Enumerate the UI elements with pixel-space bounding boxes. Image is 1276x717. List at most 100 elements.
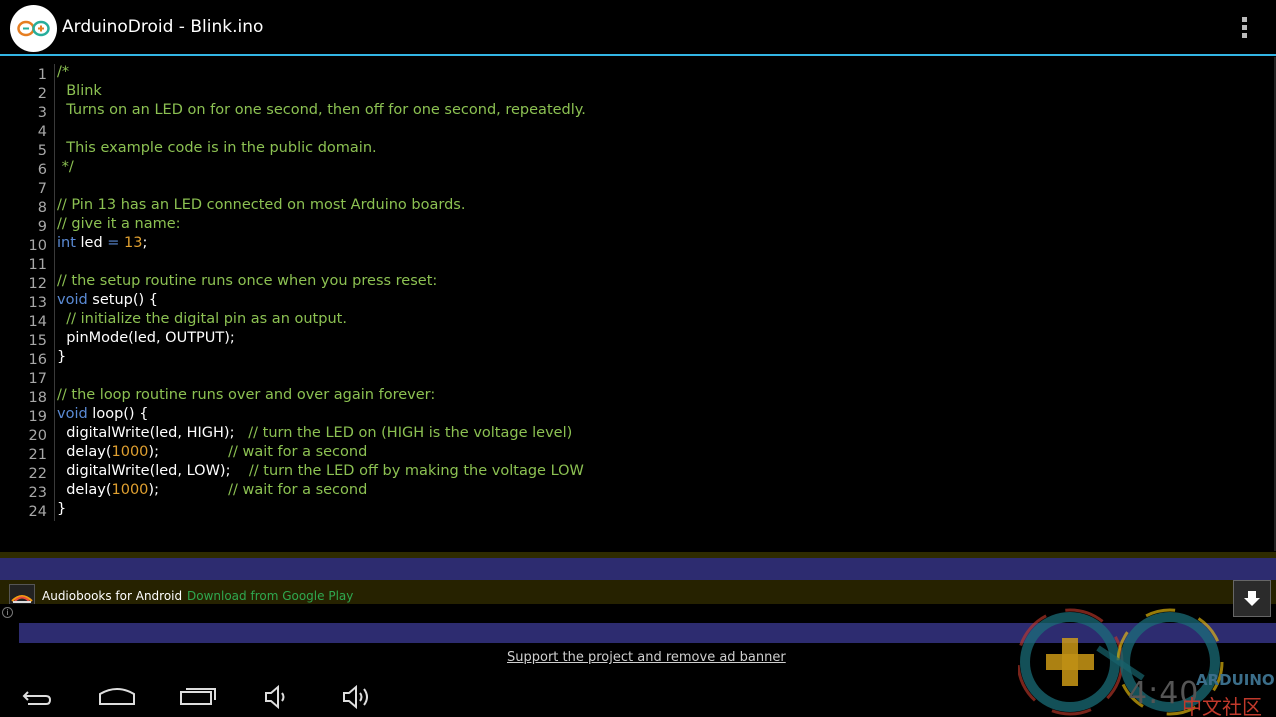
code-token-plain: delay( — [57, 482, 112, 498]
line-number: 21 — [28, 447, 47, 463]
code-text: } — [57, 349, 66, 365]
line-number: 17 — [28, 371, 47, 387]
ad-title[interactable]: Audiobooks for Android — [42, 589, 182, 603]
code-line[interactable]: 15 pinMode(led, OUTPUT); — [0, 330, 1270, 349]
code-line[interactable]: 4 — [0, 121, 1270, 140]
code-token-comment: // turn the LED off by making the voltag… — [248, 463, 584, 479]
app-title: ArduinoDroid - Blink.ino — [62, 17, 264, 37]
code-token-comment: // give it a name: — [57, 216, 181, 232]
code-token-keyword: void — [57, 406, 88, 422]
code-text: delay(1000); // wait for a second — [57, 444, 367, 460]
line-number: 9 — [37, 219, 47, 235]
code-line[interactable]: 19 void loop() { — [0, 406, 1270, 425]
code-token-plain: digitalWrite(led, LOW); — [57, 463, 249, 479]
code-line[interactable]: 9 // give it a name: — [0, 216, 1270, 235]
code-token-comment: /* — [57, 64, 70, 80]
support-link[interactable]: Support the project and remove ad banner — [507, 650, 786, 665]
code-text: // the setup routine runs once when you … — [57, 273, 437, 289]
code-line[interactable]: 24} — [0, 501, 1270, 520]
code-token-number: 1000 — [111, 444, 149, 460]
code-line[interactable]: 2 Blink — [0, 83, 1270, 102]
line-number: 19 — [28, 409, 47, 425]
back-icon — [22, 691, 52, 705]
code-token-number: 1000 — [111, 482, 149, 498]
volume-up-icon — [343, 684, 368, 710]
code-editor[interactable]: 1 /* 2 Blink 3 Turns on an LED on for one s… — [0, 57, 1276, 551]
line-number: 20 — [28, 428, 47, 444]
code-line[interactable]: 20 digitalWrite(led, HIGH); // turn the … — [0, 425, 1270, 444]
line-number: 8 — [37, 200, 47, 216]
line-number: 13 — [28, 295, 47, 311]
line-number: 10 — [28, 238, 47, 254]
code-line[interactable]: 12 // the setup routine runs once when yo… — [0, 273, 1270, 292]
code-line[interactable]: 11 — [0, 254, 1270, 273]
code-line[interactable]: 1 /* — [0, 64, 1270, 83]
volume-down-icon — [265, 684, 285, 710]
code-token-comment: */ — [57, 159, 74, 175]
line-number: 3 — [37, 105, 47, 121]
code-token-comment: // wait for a second — [228, 482, 368, 498]
code-line[interactable]: 22 digitalWrite(led, LOW); // turn the L… — [0, 463, 1270, 482]
code-token-comment: // wait for a second — [228, 444, 368, 460]
home-button[interactable] — [98, 680, 136, 714]
code-text: void loop() { — [57, 406, 148, 422]
line-number: 14 — [28, 314, 47, 330]
code-token-plain: delay( — [57, 444, 112, 460]
download-arrow-icon — [1244, 591, 1260, 606]
code-token-number: 13 — [124, 235, 143, 251]
code-line[interactable]: 10 int led = 13; — [0, 235, 1270, 254]
code-token-plain: } — [57, 501, 67, 517]
line-number: 1 — [37, 67, 47, 83]
line-number: 2 — [37, 86, 47, 102]
code-line[interactable]: 7 — [0, 178, 1270, 197]
code-text: // Pin 13 has an LED connected on most A… — [57, 197, 465, 213]
home-icon — [99, 688, 135, 705]
watermark-cn: 中文社区 — [1182, 695, 1262, 717]
code-text: This example code is in the public domai… — [57, 140, 377, 156]
code-line[interactable]: 23 delay(1000); // wait for a second — [0, 482, 1270, 501]
line-number: 15 — [28, 333, 47, 349]
code-line[interactable]: 13 void setup() { — [0, 292, 1270, 311]
line-number: 22 — [28, 466, 47, 482]
line-number: 24 — [28, 504, 47, 520]
code-line[interactable]: 16} — [0, 349, 1270, 368]
code-line[interactable]: 14 // initialize the digital pin as an o… — [0, 311, 1270, 330]
code-token-comment: This example code is in the public domai… — [57, 140, 377, 156]
code-line[interactable]: 8 // Pin 13 has an LED connected on most … — [0, 197, 1270, 216]
back-button[interactable] — [20, 680, 54, 714]
line-number: 6 — [37, 162, 47, 178]
code-token-plain: ); — [148, 482, 229, 498]
line-number: 11 — [28, 257, 47, 273]
code-token-plain: } — [57, 349, 67, 365]
code-text: void setup() { — [57, 292, 158, 308]
watermark-brand: ARDUINO — [1196, 671, 1275, 689]
code-line[interactable]: 17 — [0, 368, 1270, 387]
code-line[interactable]: 21 delay(1000); // wait for a second — [0, 444, 1270, 463]
volume-down-button[interactable] — [262, 680, 292, 714]
code-line[interactable]: 6 */ — [0, 159, 1270, 178]
code-line[interactable]: 3 Turns on an LED on for one second, the… — [0, 102, 1270, 121]
arduino-logo-icon[interactable] — [10, 5, 57, 52]
code-token-comment: // initialize the digital pin as an outp… — [57, 311, 347, 327]
volume-up-button[interactable] — [340, 680, 374, 714]
line-number: 23 — [28, 485, 47, 501]
code-token-plain: ); — [148, 444, 229, 460]
code-token-keyword: = — [107, 235, 120, 251]
line-number: 4 — [37, 124, 47, 140]
code-token-plain: pinMode(led, OUTPUT); — [57, 330, 235, 346]
code-token-keyword: void — [57, 292, 88, 308]
code-token-plain: setup() { — [87, 292, 158, 308]
ad-banner-background — [0, 558, 1276, 580]
recents-button[interactable] — [178, 680, 218, 714]
code-text: */ — [57, 159, 74, 175]
action-bar-divider — [0, 54, 1276, 56]
code-token-plain: loop() { — [87, 406, 149, 422]
line-number: 7 — [37, 181, 47, 197]
ad-subtitle[interactable]: Download from Google Play — [187, 589, 353, 603]
ad-info-icon[interactable]: i — [2, 607, 13, 618]
code-line[interactable]: 18 // the loop routine runs over and over… — [0, 387, 1270, 406]
code-line[interactable]: 5 This example code is in the public dom… — [0, 140, 1270, 159]
recents-icon — [180, 688, 216, 705]
code-token-plain: ; — [142, 235, 148, 251]
overflow-menu-icon[interactable] — [1232, 12, 1258, 44]
